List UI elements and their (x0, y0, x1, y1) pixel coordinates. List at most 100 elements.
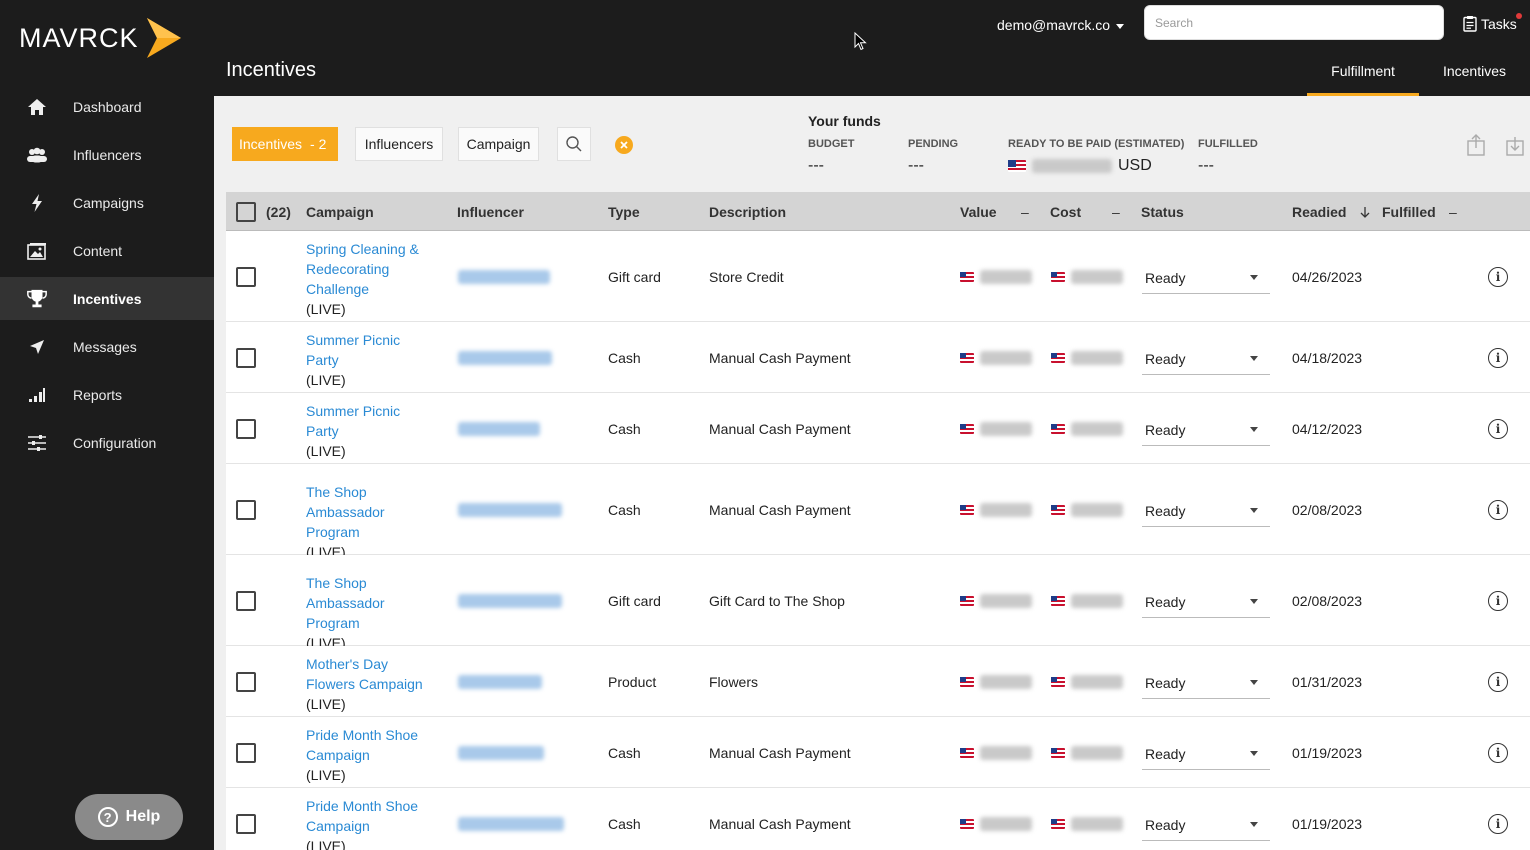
caret-down-icon (1250, 679, 1258, 685)
row-checkbox[interactable] (236, 590, 256, 611)
campaign-link[interactable]: Mother's Day Flowers Campaign (306, 654, 436, 694)
campaign-link[interactable]: The Shop Ambassador Program (306, 573, 436, 633)
page-title: Incentives (226, 59, 317, 81)
status-select[interactable]: Ready (1142, 809, 1270, 841)
share-export-icon[interactable] (1466, 134, 1486, 156)
campaign-link[interactable]: Summer Picnic Party (306, 401, 436, 441)
info-icon[interactable]: i (1488, 266, 1508, 287)
status-select[interactable]: Ready (1142, 414, 1270, 446)
column-value[interactable]: Value (960, 204, 997, 220)
sidebar-item-incentives[interactable]: Incentives (0, 277, 214, 320)
users-icon (26, 144, 48, 166)
sidebar-item-reports[interactable]: Reports (0, 373, 214, 416)
campaign-cell: The Shop Ambassador Program (LIVE) (306, 573, 436, 653)
row-checkbox[interactable] (236, 347, 256, 368)
user-menu[interactable]: demo@mavrck.co (997, 17, 1125, 33)
campaign-link[interactable]: Pride Month Shoe Campaign (306, 796, 436, 836)
status-value: Ready (1145, 593, 1186, 610)
cost-sort-indicator[interactable]: – (1112, 204, 1120, 220)
info-icon[interactable]: i (1488, 418, 1508, 439)
readied-date: 01/19/2023 (1292, 815, 1363, 832)
sidebar-item-content[interactable]: Content (0, 229, 214, 272)
status-select[interactable]: Ready (1142, 586, 1270, 618)
column-fulfilled[interactable]: Fulfilled (1382, 204, 1436, 220)
type-cell: Gift card (608, 268, 661, 285)
column-description[interactable]: Description (709, 204, 786, 220)
fulfilled-sort-indicator[interactable]: – (1449, 204, 1457, 220)
download-icon[interactable] (1505, 134, 1525, 156)
column-status[interactable]: Status (1141, 204, 1184, 220)
status-select[interactable]: Ready (1142, 667, 1270, 699)
campaign-link[interactable]: Summer Picnic Party (306, 330, 436, 370)
column-influencer[interactable]: Influencer (457, 204, 524, 220)
column-campaign[interactable]: Campaign (306, 204, 374, 220)
sidebar-item-influencers[interactable]: Influencers (0, 133, 214, 176)
campaign-link[interactable]: Spring Cleaning & Redecorating Challenge (306, 239, 436, 299)
sidebar-item-label: Incentives (73, 290, 142, 307)
fund-value: USD (1008, 157, 1184, 175)
status-select[interactable]: Ready (1142, 343, 1270, 375)
table-row[interactable]: The Shop Ambassador Program (LIVE) Gift … (226, 555, 1530, 651)
table-row[interactable]: Pride Month Shoe Campaign (LIVE) Cash Ma… (226, 788, 1530, 850)
influencer-link-blurred[interactable] (458, 745, 544, 760)
table-row[interactable]: Mother's Day Flowers Campaign (LIVE) Pro… (226, 646, 1530, 717)
filter-influencers-button[interactable]: Influencers (355, 127, 443, 161)
influencer-link-blurred[interactable] (458, 674, 542, 689)
readied-date: 04/26/2023 (1292, 268, 1363, 285)
tasks-button[interactable]: Tasks (1463, 13, 1522, 32)
tab-incentives[interactable]: Incentives (1419, 48, 1530, 96)
table-row[interactable]: Summer Picnic Party (LIVE) Cash Manual C… (226, 393, 1530, 464)
table-row[interactable]: Spring Cleaning & Redecorating Challenge… (226, 231, 1530, 322)
search-icon (566, 136, 582, 152)
influencer-link-blurred[interactable] (458, 593, 562, 608)
help-button[interactable]: ? Help (75, 794, 183, 840)
sidebar-item-campaigns[interactable]: Campaigns (0, 181, 214, 224)
influencer-link-blurred[interactable] (458, 421, 540, 436)
sidebar-item-dashboard[interactable]: Dashboard (0, 85, 214, 128)
sidebar-item-messages[interactable]: Messages (0, 325, 214, 368)
status-select[interactable]: Ready (1142, 495, 1270, 527)
status-select[interactable]: Ready (1142, 738, 1270, 770)
status-value: Ready (1145, 421, 1186, 438)
filter-search-button[interactable] (557, 127, 591, 161)
tab-fulfillment[interactable]: Fulfillment (1307, 48, 1419, 96)
mavrck-logo[interactable]: MAVRCK (19, 16, 183, 60)
search-input[interactable] (1144, 5, 1444, 40)
clear-filters-button[interactable] (615, 136, 633, 154)
info-icon[interactable]: i (1488, 499, 1508, 520)
influencer-link-blurred[interactable] (458, 350, 552, 365)
campaign-link[interactable]: The Shop Ambassador Program (306, 482, 436, 542)
influencer-link-blurred[interactable] (458, 816, 564, 831)
column-readied[interactable]: Readied (1292, 204, 1346, 220)
row-checkbox[interactable] (236, 742, 256, 763)
influencer-link-blurred[interactable] (458, 269, 550, 284)
info-icon[interactable]: i (1488, 671, 1508, 692)
row-checkbox[interactable] (236, 418, 256, 439)
filter-campaign-button[interactable]: Campaign (458, 127, 539, 161)
table-row[interactable]: Pride Month Shoe Campaign (LIVE) Cash Ma… (226, 717, 1530, 788)
sidebar-item-configuration[interactable]: Configuration (0, 421, 214, 464)
campaign-cell: Summer Picnic Party (LIVE) (306, 401, 436, 461)
caret-down-icon (1250, 426, 1258, 432)
select-all-checkbox[interactable] (236, 202, 256, 222)
column-type[interactable]: Type (608, 204, 640, 220)
value-sort-indicator[interactable]: – (1021, 204, 1029, 220)
info-icon[interactable]: i (1488, 742, 1508, 763)
row-checkbox[interactable] (236, 813, 256, 834)
status-select[interactable]: Ready (1142, 262, 1270, 294)
campaign-cell: Spring Cleaning & Redecorating Challenge… (306, 239, 436, 319)
row-checkbox[interactable] (236, 499, 256, 520)
influencer-link-blurred[interactable] (458, 502, 562, 517)
campaign-link[interactable]: Pride Month Shoe Campaign (306, 725, 436, 765)
row-checkbox[interactable] (236, 671, 256, 692)
table-row[interactable]: Summer Picnic Party (LIVE) Cash Manual C… (226, 322, 1530, 393)
filter-incentives-button[interactable]: Incentives - 2 (232, 127, 338, 161)
table-row[interactable]: The Shop Ambassador Program (LIVE) Cash … (226, 464, 1530, 560)
bar-chart-icon (26, 384, 48, 406)
arrow-down-icon[interactable] (1360, 206, 1370, 218)
info-icon[interactable]: i (1488, 347, 1508, 368)
row-checkbox[interactable] (236, 266, 256, 287)
info-icon[interactable]: i (1488, 813, 1508, 834)
column-cost[interactable]: Cost (1050, 204, 1081, 220)
info-icon[interactable]: i (1488, 590, 1508, 611)
